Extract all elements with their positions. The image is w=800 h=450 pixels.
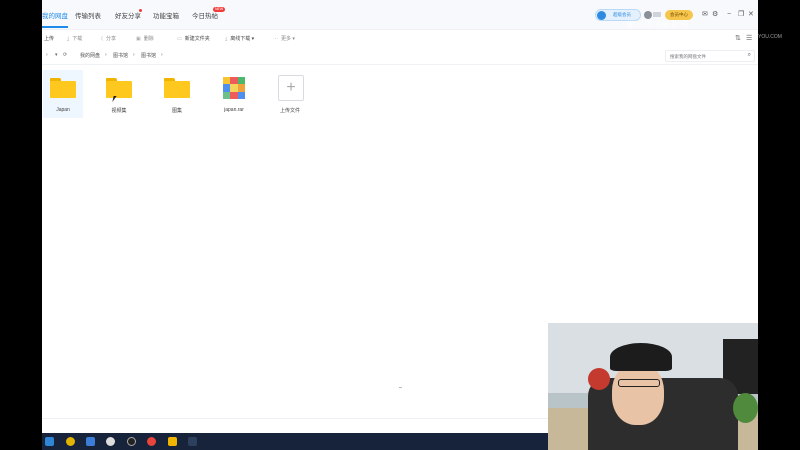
maximize-icon[interactable]: ❐ — [738, 11, 744, 19]
offline-download-button[interactable]: ⤓ 离线下载 ▾ — [225, 35, 254, 42]
tab-feature-box[interactable]: 功能宝箱 — [153, 10, 179, 20]
app-icon[interactable] — [66, 437, 75, 446]
folder-icon — [50, 78, 76, 98]
breadcrumb-item[interactable]: 图书馆 — [113, 52, 128, 59]
upload-label: 上传 — [44, 36, 55, 42]
breadcrumb-separator-icon: › — [105, 52, 107, 58]
file-name: 视频集 — [111, 108, 127, 114]
file-name: Japan — [56, 107, 70, 113]
tab-friend-share[interactable]: 好友分享 — [115, 10, 141, 20]
divider — [399, 387, 402, 388]
minimize-icon[interactable]: − — [727, 11, 731, 19]
folder-icon — [164, 78, 190, 98]
file-item-folder[interactable]: 视频集 — [99, 70, 139, 118]
more-label: 更多 — [281, 36, 292, 42]
share-label: 分享 — [105, 36, 116, 42]
new-folder-label: 新建文件夹 — [184, 36, 210, 42]
folder-plus-icon: ▭ — [177, 36, 182, 42]
offline-download-label: 离线下载 — [230, 36, 251, 42]
download-icon: ⤓ — [67, 36, 70, 42]
download-button[interactable]: ⤓ 下载 — [67, 35, 82, 42]
tab-transfer-list[interactable]: 传输列表 — [75, 10, 101, 20]
chrome-icon[interactable] — [147, 437, 156, 446]
plus-icon: + — [278, 75, 304, 101]
breadcrumb: › ▾ ⟳ 我的网盘 › 图书馆 › 图书馆 › ⌕ — [42, 47, 758, 65]
vip-icon — [597, 11, 606, 20]
webcam-overlay — [548, 323, 758, 450]
app-icon[interactable] — [106, 437, 115, 446]
app-icon[interactable] — [86, 437, 95, 446]
view-list-icon[interactable]: ☰ — [746, 34, 752, 42]
cloud-download-icon: ⤓ — [225, 36, 228, 42]
gear-icon[interactable]: ⚙ — [712, 11, 718, 19]
archive-icon — [223, 77, 245, 99]
trash-icon: ▣ — [136, 36, 141, 42]
search-box[interactable]: ⌕ — [665, 50, 755, 62]
more-icon: ··· — [273, 36, 278, 42]
refresh-icon[interactable]: ⟳ — [63, 52, 67, 58]
file-item-folder[interactable]: 图集 — [157, 70, 197, 118]
breadcrumb-item[interactable]: 图书馆 — [141, 52, 156, 59]
upload-button[interactable]: 上传 — [44, 35, 54, 42]
share-button[interactable]: ⟨ 分享 — [101, 35, 116, 42]
more-button[interactable]: ··· 更多 ▾ — [273, 35, 295, 42]
netdisk-taskbar-icon[interactable] — [188, 437, 197, 446]
watermark-sub: YOU.COM — [758, 34, 782, 40]
file-name: 上传文件 — [279, 108, 300, 114]
forward-icon[interactable]: › — [46, 52, 48, 58]
search-input[interactable] — [670, 52, 740, 61]
file-name: japan.rar — [224, 107, 244, 113]
watermark: 都叫兽电脑教程 — [626, 20, 690, 30]
folder-icon — [106, 78, 132, 98]
start-icon[interactable] — [45, 437, 54, 446]
tab-my-netdisk[interactable]: 我的网盘 — [42, 10, 68, 28]
share-icon: ⟨ — [101, 36, 103, 42]
breadcrumb-item[interactable]: 我的网盘 — [80, 52, 100, 59]
delete-label: 删除 — [143, 36, 154, 42]
sort-icon[interactable]: ⇅ — [735, 34, 741, 42]
close-icon[interactable]: ✕ — [748, 11, 754, 19]
delete-button[interactable]: ▣ 删除 — [136, 35, 154, 42]
username — [653, 12, 661, 17]
mail-icon[interactable]: ✉ — [702, 11, 708, 19]
upload-file-tile[interactable]: + 上传文件 — [270, 70, 310, 118]
file-name: 图集 — [171, 108, 182, 114]
app-icon[interactable] — [127, 437, 136, 446]
breadcrumb-separator-icon: › — [133, 52, 135, 58]
download-label: 下载 — [72, 36, 83, 42]
file-item-folder[interactable]: Japan — [43, 70, 83, 118]
new-folder-button[interactable]: ▭ 新建文件夹 — [177, 35, 210, 42]
notification-dot — [139, 9, 142, 12]
chevron-down-icon[interactable]: ▾ — [55, 52, 58, 58]
file-item-archive[interactable]: japan.rar — [214, 70, 254, 118]
app-icon[interactable] — [168, 437, 177, 446]
search-icon[interactable]: ⌕ — [748, 52, 751, 59]
new-badge: NEW — [213, 7, 226, 12]
breadcrumb-separator-icon: › — [161, 52, 163, 58]
toolbar: 上传 ⤓ 下载 ⟨ 分享 ▣ 删除 ▭ 新建文件夹 ⤓ 离线下载 ▾ ··· 更多 ▾ ⇅ … — [42, 31, 758, 47]
